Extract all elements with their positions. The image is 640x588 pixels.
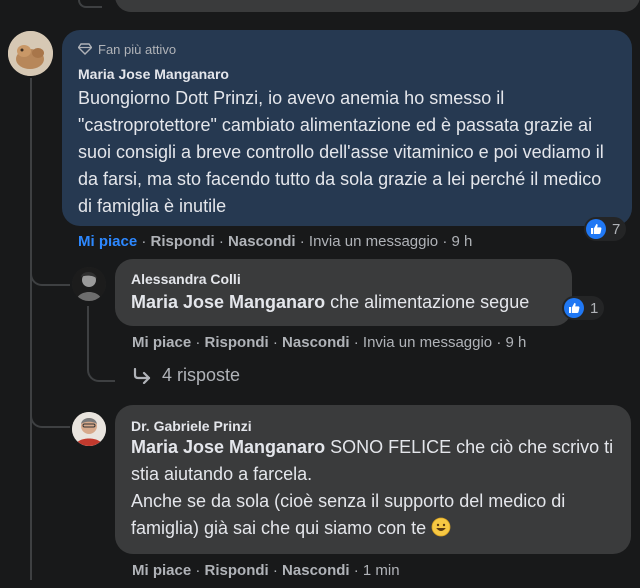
mention-link[interactable]: Maria Jose Manganaro xyxy=(131,437,325,457)
reaction-count: 1 xyxy=(590,299,599,317)
comment-bubble: Fan più attivo Maria Jose Manganaro Buon… xyxy=(62,30,632,226)
grinning-emoji-icon xyxy=(431,517,451,538)
like-icon xyxy=(564,298,584,318)
reply-author[interactable]: Dr. Gabriele Prinzi xyxy=(131,418,615,434)
hide-button[interactable]: Nascondi xyxy=(228,233,296,250)
comment-text: Buongiorno Dott Prinzi, io avevo anemia … xyxy=(78,88,604,216)
reply-bubble: Alessandra Colli Maria Jose Manganaro ch… xyxy=(115,259,572,326)
reply-text: Maria Jose Manganaro SONO FELICE che ciò… xyxy=(131,434,615,488)
avatar[interactable] xyxy=(72,412,106,446)
timestamp[interactable]: 9 h xyxy=(452,233,473,250)
mention-link[interactable]: Maria Jose Manganaro xyxy=(131,292,325,312)
badge-label: Fan più attivo xyxy=(98,41,177,57)
like-button[interactable]: Mi piace xyxy=(132,562,191,579)
reaction-summary[interactable]: 1 xyxy=(562,296,605,320)
comment-actions: Mi piace · Rispondi · Nascondi · Invia u… xyxy=(78,233,473,250)
reply-bubble: Dr. Gabriele Prinzi Maria Jose Manganaro… xyxy=(115,405,631,554)
previous-comment-bubble xyxy=(115,0,640,12)
reply-message: Anche se da sola (cioè senza il supporto… xyxy=(131,491,566,538)
reply-button[interactable]: Rispondi xyxy=(151,233,215,250)
send-message-link[interactable]: Invia un messaggio xyxy=(363,334,492,351)
reply-arrow-icon xyxy=(133,367,151,384)
like-icon xyxy=(586,219,606,239)
reaction-summary[interactable]: 7 xyxy=(584,217,627,241)
send-message-link[interactable]: Invia un messaggio xyxy=(309,233,438,250)
top-fan-badge: Fan più attivo xyxy=(78,40,614,58)
thread-connector xyxy=(87,350,115,382)
view-more-replies[interactable]: 4 risposte xyxy=(132,365,240,386)
hide-button[interactable]: Nascondi xyxy=(282,562,350,579)
profile-photo-icon xyxy=(72,412,106,446)
reply-author[interactable]: Alessandra Colli xyxy=(131,271,572,287)
reply-button[interactable]: Rispondi xyxy=(205,562,269,579)
reply-button[interactable]: Rispondi xyxy=(205,334,269,351)
thread-connector xyxy=(30,240,70,286)
diamond-icon xyxy=(78,43,92,55)
avatar[interactable] xyxy=(72,267,106,301)
thread-connector xyxy=(78,0,102,8)
more-replies-label: 4 risposte xyxy=(162,365,241,385)
reply-message: che alimentazione segue xyxy=(330,292,530,312)
like-button[interactable]: Mi piace xyxy=(132,334,191,351)
dog-photo-icon xyxy=(8,31,53,76)
avatar[interactable] xyxy=(8,31,53,76)
like-button[interactable]: Mi piace xyxy=(78,233,137,250)
thread-connector xyxy=(30,380,70,428)
reply-text: Maria Jose Manganaro che alimentazione s… xyxy=(131,289,572,316)
thread-line xyxy=(30,78,32,580)
reply-actions: Mi piace · Rispondi · Nascondi · Invia u… xyxy=(132,334,527,351)
reply-actions: Mi piace · Rispondi · Nascondi · 1 min xyxy=(132,562,400,579)
timestamp[interactable]: 9 h xyxy=(506,334,527,351)
thread-line xyxy=(87,306,89,356)
reaction-count: 7 xyxy=(612,220,621,238)
hide-button[interactable]: Nascondi xyxy=(282,334,350,351)
profile-photo-icon xyxy=(72,267,106,301)
timestamp[interactable]: 1 min xyxy=(363,562,400,579)
comment-author[interactable]: Maria Jose Manganaro xyxy=(78,66,614,82)
reply-text: Anche se da sola (cioè senza il supporto… xyxy=(131,488,615,542)
